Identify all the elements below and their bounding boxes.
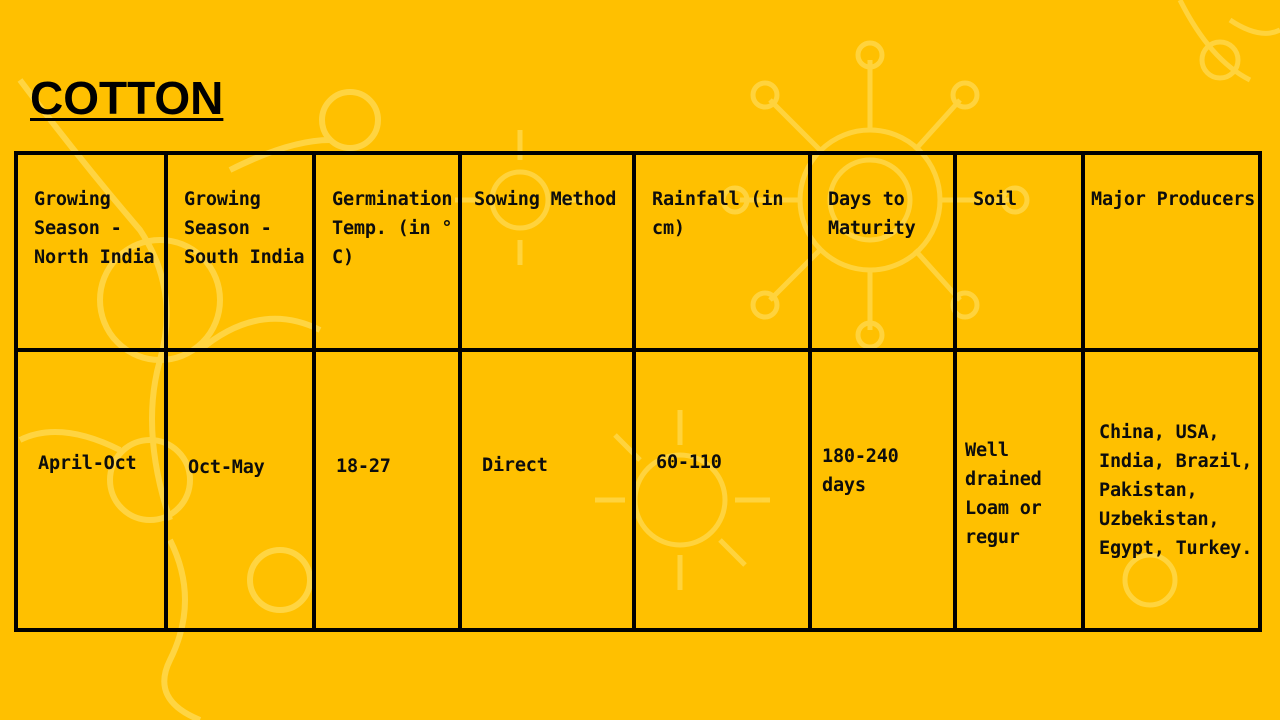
- cotton-info-table: Growing Season - North India Growing Sea…: [14, 151, 1262, 632]
- value-cell: Well drained Loam or regur: [953, 348, 1085, 632]
- value-days-to-maturity: 180-240 days: [822, 446, 899, 496]
- header-cell: Soil: [953, 151, 1085, 352]
- header-cell: Growing Season - North India: [14, 151, 168, 352]
- header-cell: Germination Temp. (in ° C): [312, 151, 462, 352]
- value-cell: April-Oct: [14, 348, 168, 632]
- header-rainfall: Rainfall (in cm): [652, 189, 784, 239]
- value-cell: Direct: [458, 348, 636, 632]
- table-header-row: Growing Season - North India Growing Sea…: [14, 151, 1262, 352]
- value-cell: 180-240 days: [808, 348, 957, 632]
- header-soil: Soil: [973, 189, 1017, 210]
- value-major-producers: China, USA, India, Brazil, Pakistan, Uzb…: [1099, 422, 1253, 559]
- value-rainfall: 60-110: [656, 452, 722, 473]
- value-sowing-method: Direct: [482, 455, 548, 476]
- header-growing-season-north: Growing Season - North India: [34, 189, 155, 268]
- slide-title: COTTON: [30, 72, 224, 124]
- header-cell: Growing Season - South India: [164, 151, 316, 352]
- header-days-to-maturity: Days to Maturity: [828, 189, 916, 239]
- value-cell: Oct-May: [164, 348, 316, 632]
- header-growing-season-south: Growing Season - South India: [184, 189, 305, 268]
- header-cell: Major Producers: [1081, 151, 1262, 352]
- header-cell: Sowing Method: [458, 151, 636, 352]
- header-cell: Rainfall (in cm): [632, 151, 812, 352]
- value-germination-temp: 18-27: [336, 456, 391, 477]
- value-growing-season-north: April-Oct: [38, 453, 137, 474]
- value-soil: Well drained Loam or regur: [965, 440, 1042, 548]
- header-cell: Days to Maturity: [808, 151, 957, 352]
- value-cell: 60-110: [632, 348, 812, 632]
- value-cell: 18-27: [312, 348, 462, 632]
- header-sowing-method: Sowing Method: [474, 189, 617, 210]
- value-growing-season-south: Oct-May: [188, 457, 265, 478]
- header-major-producers: Major Producers: [1091, 189, 1256, 210]
- table-row: April-Oct Oct-May 18-27 Direct 60-110 18…: [14, 348, 1262, 632]
- value-cell: China, USA, India, Brazil, Pakistan, Uzb…: [1081, 348, 1262, 632]
- header-germination-temp: Germination Temp. (in ° C): [332, 189, 453, 268]
